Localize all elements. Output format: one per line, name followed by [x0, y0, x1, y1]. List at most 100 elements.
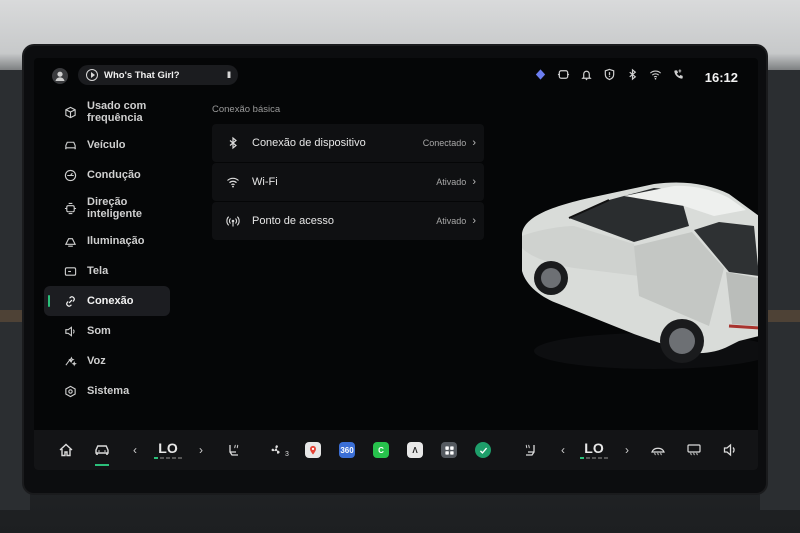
shield-icon[interactable]	[603, 68, 616, 81]
bottom-dock: ‹ LO › 3 360 C Λ ‹ LO ›	[34, 430, 758, 470]
sidebar-item-conexao[interactable]: Conexão	[44, 286, 170, 316]
wifi-icon[interactable]	[649, 68, 662, 81]
chevron-right-icon: ›	[625, 443, 629, 457]
system-icon	[64, 385, 77, 398]
right-temp-down-button[interactable]: ‹	[556, 430, 570, 470]
hotspot-icon	[226, 214, 240, 228]
sidebar-item-label: Direção inteligente	[87, 196, 143, 220]
fan-icon	[271, 445, 280, 454]
sidebar-item-iluminacao[interactable]: Iluminação	[44, 226, 170, 256]
device-connection-row[interactable]: Conexão de dispositivo Conectado ›	[212, 124, 484, 162]
sidebar-item-voz[interactable]: Voz	[44, 346, 170, 376]
chevron-right-icon: ›	[472, 137, 476, 149]
maps-app-icon[interactable]	[304, 430, 322, 470]
sidebar-item-label: Conexão	[87, 295, 134, 307]
clock: 16:12	[704, 70, 738, 85]
rear-defrost-button[interactable]	[684, 430, 704, 470]
right-temp-up-button[interactable]: ›	[620, 430, 634, 470]
display-icon	[64, 265, 77, 278]
chevron-right-icon: ›	[199, 443, 203, 457]
sidebar-item-usado-com-frequencia[interactable]: Usado com frequência	[44, 94, 170, 130]
media-player-pill[interactable]: Who's That Girl? II	[78, 65, 238, 85]
wifi-icon	[226, 175, 240, 189]
360-app-icon[interactable]: 360	[338, 430, 356, 470]
user-icon	[55, 71, 65, 81]
sidebar-item-label: Iluminação	[87, 235, 145, 247]
car-icon	[95, 445, 109, 455]
sidebar-item-label: Voz	[87, 355, 106, 367]
sidebar-item-veiculo[interactable]: Veículo	[44, 130, 170, 160]
fan-level: 3	[285, 450, 289, 458]
left-temp-value: LO	[158, 440, 178, 456]
check-app-icon[interactable]	[474, 430, 492, 470]
chevron-left-icon: ‹	[561, 443, 565, 457]
right-temperature[interactable]: LO	[572, 430, 616, 470]
row-label: Wi-Fi	[252, 176, 278, 188]
apps-grid-icon	[444, 445, 454, 455]
infotainment-screen: Who's That Girl? II 16:12 Usado com freq…	[34, 58, 758, 470]
carplay-app-icon[interactable]: C	[372, 430, 390, 470]
sidebar-item-conducao[interactable]: Condução	[44, 160, 170, 190]
bluetooth-icon	[226, 136, 240, 150]
link-icon	[64, 295, 77, 308]
steering-icon[interactable]	[557, 68, 570, 81]
active-indicator	[95, 464, 109, 466]
row-label: Ponto de acesso	[252, 215, 334, 227]
voice-icon	[64, 355, 77, 368]
grid-app-icon[interactable]	[440, 430, 458, 470]
map-pin-icon	[310, 445, 316, 455]
sidebar-item-label: Condução	[87, 169, 141, 181]
volume-button[interactable]	[720, 430, 740, 470]
sidebar-item-label: Som	[87, 325, 111, 337]
seat-heat-left-button[interactable]	[224, 430, 244, 470]
diamond-icon[interactable]	[534, 68, 547, 81]
volume-icon	[723, 443, 735, 457]
sidebar-item-label: Veículo	[87, 139, 126, 151]
song-title: Who's That Girl?	[104, 69, 180, 81]
car-front-icon	[64, 139, 77, 152]
cube-icon	[64, 106, 77, 119]
row-label: Conexão de dispositivo	[252, 137, 366, 149]
chevron-right-icon: ›	[472, 215, 476, 227]
right-heat-level	[580, 457, 608, 459]
bluetooth-icon[interactable]	[626, 68, 639, 81]
seat-heat-icon	[525, 444, 535, 456]
avatar[interactable]	[52, 68, 68, 84]
row-status: Ativado	[436, 177, 467, 187]
wifi-row[interactable]: Wi-Fi Ativado ›	[212, 163, 484, 201]
sidebar-item-direcao-inteligente[interactable]: Direção inteligente	[44, 190, 170, 226]
left-temp-up-button[interactable]: ›	[194, 430, 208, 470]
chevron-left-icon: ‹	[133, 443, 137, 457]
smart-drive-icon	[64, 202, 77, 215]
section-title: Conexão básica	[212, 104, 281, 115]
front-defrost-button[interactable]	[648, 430, 668, 470]
left-heat-level	[154, 457, 182, 459]
hotspot-row[interactable]: Ponto de acesso Ativado ›	[212, 202, 484, 240]
music-icon	[86, 69, 98, 81]
seat-heat-icon	[229, 444, 239, 456]
home-button[interactable]	[54, 430, 78, 470]
sidebar-item-label: Tela	[87, 265, 109, 277]
row-status: Ativado	[436, 216, 467, 226]
light-icon	[64, 235, 77, 248]
left-temp-down-button[interactable]: ‹	[128, 430, 142, 470]
check-icon	[479, 447, 487, 454]
phone-icon[interactable]	[672, 68, 685, 81]
sidebar-item-label: Sistema	[87, 385, 130, 397]
right-temp-value: LO	[584, 440, 604, 456]
fan-button[interactable]: 3	[266, 430, 292, 470]
chevron-right-icon: ›	[472, 176, 476, 188]
sidebar-item-som[interactable]: Som	[44, 316, 170, 346]
seat-heat-right-button[interactable]	[520, 430, 540, 470]
gauge-icon	[64, 169, 77, 182]
vehicle-illustration	[522, 182, 758, 369]
vehicle-button[interactable]	[90, 430, 114, 470]
sidebar-item-sistema[interactable]: Sistema	[44, 376, 170, 406]
sidebar-item-tela[interactable]: Tela	[44, 256, 170, 286]
connection-list: Conexão de dispositivo Conectado › Wi-Fi…	[212, 124, 484, 241]
bell-icon[interactable]	[580, 68, 593, 81]
nav-app-icon[interactable]: Λ	[406, 430, 424, 470]
rear-defrost-icon	[687, 444, 701, 456]
left-temperature[interactable]: LO	[146, 430, 190, 470]
pause-button[interactable]: II	[227, 70, 231, 80]
